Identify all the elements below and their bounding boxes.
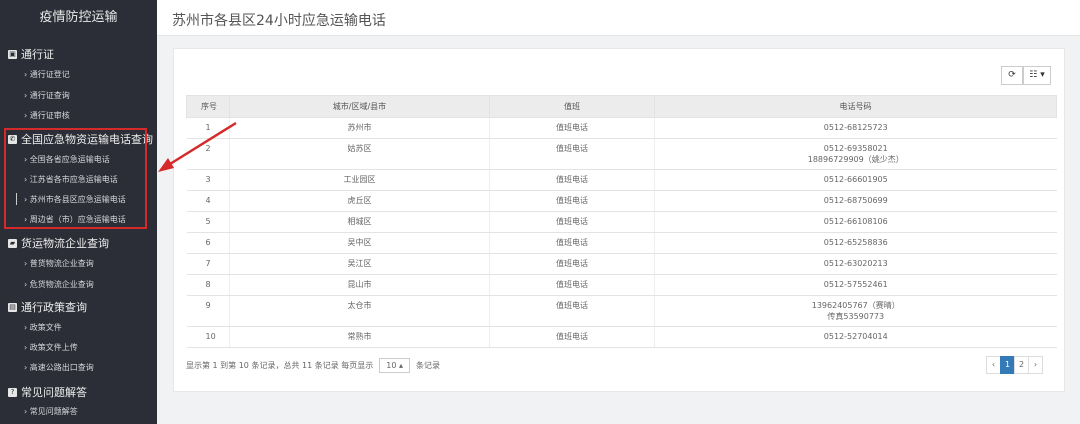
table-cell: 7 — [186, 253, 230, 275]
prev-page-button[interactable]: ‹ — [986, 356, 1001, 374]
table-row: 6 吴中区 值班电话 0512-65258836 — [186, 232, 1057, 254]
table-cell: 吴江区 — [229, 253, 490, 275]
records-suffix: 条记录 — [416, 361, 440, 370]
table-cell: 太仓市 — [229, 295, 490, 327]
column-header[interactable]: 城市/区域/县市 — [229, 95, 490, 118]
sidebar-group[interactable]: ▤ 通行政策查询 — [8, 299, 87, 315]
table-cell: 姑苏区 — [229, 138, 490, 170]
table-cell: 0512-68750699 — [654, 190, 1057, 212]
page-size-select[interactable]: 10 ▴ — [379, 358, 410, 373]
table-cell: 值班电话 — [489, 253, 655, 275]
table-row: 3 工业园区 值班电话 0512-66601905 — [186, 169, 1057, 191]
table-cell: 13962405767（赛晴） 传真53590773 — [654, 295, 1057, 327]
table-cell: 0512-69358021 18896729909（姚少杰） — [654, 138, 1057, 170]
table-cell: 9 — [186, 295, 230, 327]
table-cell: 0512-65258836 — [654, 232, 1057, 254]
sidebar-item[interactable]: 通行证审核 — [24, 110, 70, 121]
table-row: 9 太仓市 值班电话 13962405767（赛晴） 传真53590773 — [186, 295, 1057, 327]
highlight-box — [4, 128, 147, 229]
table-cell: 3 — [186, 169, 230, 191]
table-cell: 0512-66108106 — [654, 211, 1057, 233]
table-cell: 常熟市 — [229, 326, 490, 348]
column-header[interactable]: 序号 — [186, 95, 230, 118]
table-cell: 值班电话 — [489, 138, 655, 170]
table-cell: 0512-57552461 — [654, 274, 1057, 296]
sidebar-item[interactable]: 高速公路出口查询 — [24, 362, 94, 373]
table-footer: 显示第 1 到第 10 条记录，总共 11 条记录 每页显示 10 ▴ 条记录 — [186, 358, 440, 373]
table-cell: 4 — [186, 190, 230, 212]
table-cell: 1 — [186, 117, 230, 139]
sidebar-item[interactable]: 政策文件上传 — [24, 342, 78, 353]
question-icon: ? — [8, 387, 17, 397]
phone-table: 序号 城市/区域/县市 值班 电话号码 1 苏州市 值班电话 0512-6812572… — [186, 95, 1057, 348]
records-summary: 显示第 1 到第 10 条记录，总共 11 条记录 每页显示 — [186, 361, 374, 370]
table-cell: 2 — [186, 138, 230, 170]
columns-toggle-button[interactable]: ☷ ▾ — [1023, 66, 1051, 85]
pagination: ‹ 1 2 › — [986, 356, 1043, 374]
sidebar-group-label: 常见问题解答 — [21, 386, 87, 399]
table-cell: 值班电话 — [489, 117, 655, 139]
table-cell: 吴中区 — [229, 232, 490, 254]
table-row: 8 昆山市 值班电话 0512-57552461 — [186, 274, 1057, 296]
table-row: 4 虎丘区 值班电话 0512-68750699 — [186, 190, 1057, 212]
refresh-button[interactable]: ⟳ — [1001, 66, 1023, 85]
sidebar-item[interactable]: 危货物流企业查询 — [24, 279, 94, 290]
sidebar: 疫情防控运输 ▣通行证通行证登记通行证查询通行证审核✆全国应急物资运输电话查询全… — [0, 0, 157, 424]
sidebar-group[interactable]: ▰ 货运物流企业查询 — [8, 235, 109, 251]
table-cell: 虎丘区 — [229, 190, 490, 212]
table-row: 2 姑苏区 值班电话 0512-69358021 18896729909（姚少杰） — [186, 138, 1057, 170]
table-row: 1 苏州市 值班电话 0512-68125723 — [186, 117, 1057, 139]
table-cell: 值班电话 — [489, 190, 655, 212]
table-cell: 工业园区 — [229, 169, 490, 191]
table-cell: 相城区 — [229, 211, 490, 233]
table-row: 10 常熟市 值班电话 0512-52704014 — [186, 326, 1057, 348]
sidebar-item[interactable]: 常见问题解答 — [24, 406, 78, 417]
sidebar-item[interactable]: 通行证查询 — [24, 90, 70, 101]
sidebar-group[interactable]: ? 常见问题解答 — [8, 384, 87, 400]
next-page-button[interactable]: › — [1028, 356, 1043, 374]
sidebar-group-label: 通行证 — [21, 48, 54, 61]
column-header[interactable]: 值班 — [489, 95, 655, 118]
sidebar-group-label: 通行政策查询 — [21, 301, 87, 314]
table-cell: 值班电话 — [489, 211, 655, 233]
sidebar-group-label: 货运物流企业查询 — [21, 237, 109, 250]
table-cell: 值班电话 — [489, 274, 655, 296]
page-button-2[interactable]: 2 — [1014, 356, 1029, 374]
table-cell: 0512-66601905 — [654, 169, 1057, 191]
page-title: 苏州市各县区24小时应急运输电话 — [172, 13, 386, 29]
table-cell: 值班电话 — [489, 326, 655, 348]
sidebar-item[interactable]: 普货物流企业查询 — [24, 258, 94, 269]
table-cell: 0512-52704014 — [654, 326, 1057, 348]
table-cell: 值班电话 — [489, 295, 655, 327]
table-cell: 昆山市 — [229, 274, 490, 296]
table-row: 5 相城区 值班电话 0512-66108106 — [186, 211, 1057, 233]
table-cell: 8 — [186, 274, 230, 296]
table-cell: 0512-63020213 — [654, 253, 1057, 275]
page-button-1[interactable]: 1 — [1000, 356, 1015, 374]
pass-icon: ▣ — [8, 49, 17, 59]
table-cell: 值班电话 — [489, 232, 655, 254]
column-header[interactable]: 电话号码 — [654, 95, 1057, 118]
table-cell: 0512-68125723 — [654, 117, 1057, 139]
book-icon: ▤ — [8, 302, 17, 312]
truck-icon: ▰ — [8, 238, 17, 248]
page-header: 苏州市各县区24小时应急运输电话 — [157, 0, 1080, 36]
table-cell: 值班电话 — [489, 169, 655, 191]
table-cell: 苏州市 — [229, 117, 490, 139]
table-cell: 10 — [186, 326, 230, 348]
table-cell: 6 — [186, 232, 230, 254]
table-row: 7 吴江区 值班电话 0512-63020213 — [186, 253, 1057, 275]
table-cell: 5 — [186, 211, 230, 233]
sidebar-item[interactable]: 政策文件 — [24, 322, 62, 333]
sidebar-item[interactable]: 通行证登记 — [24, 69, 70, 80]
sidebar-brand: 疫情防控运输 — [39, 10, 118, 25]
sidebar-group[interactable]: ▣ 通行证 — [8, 46, 54, 62]
